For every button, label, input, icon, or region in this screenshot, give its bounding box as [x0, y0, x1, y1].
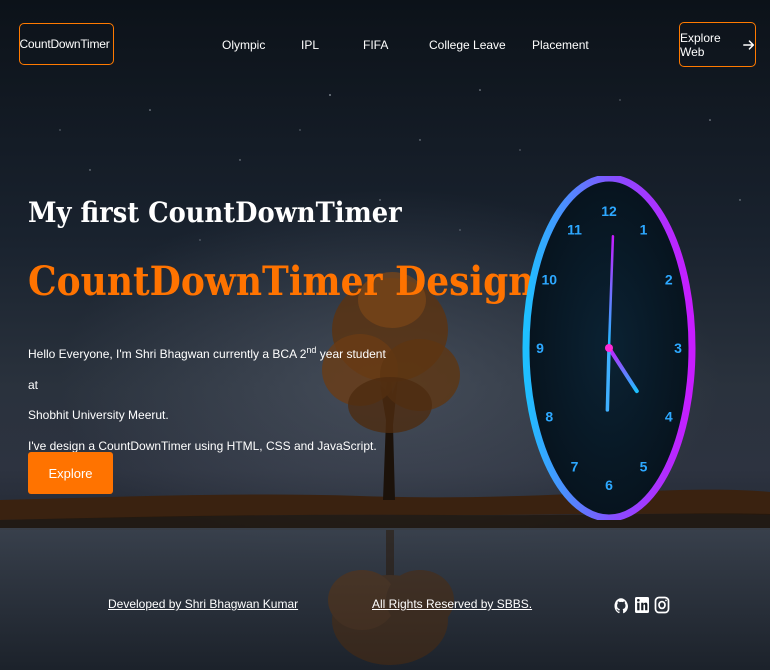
analog-clock: 121234567891011	[522, 176, 696, 520]
description-text: Hello Everyone, I'm Shri Bhagwan current…	[28, 347, 307, 361]
nav-link-olympic[interactable]: Olympic	[222, 38, 265, 52]
clock-number-11: 11	[567, 221, 582, 237]
brand-logo-button[interactable]: CountDownTimer	[19, 23, 114, 65]
clock-number-2: 2	[665, 272, 673, 288]
minute-hand	[605, 346, 611, 412]
nav-link-fifa[interactable]: FIFA	[363, 38, 388, 52]
explore-button[interactable]: Explore	[28, 452, 113, 494]
developer-link[interactable]: Developed by Shri Bhagwan Kumar	[108, 597, 298, 611]
clock-number-9: 9	[536, 340, 544, 356]
arrow-right-icon	[743, 39, 755, 50]
hero-description: Hello Everyone, I'm Shri Bhagwan current…	[28, 335, 388, 461]
clock-number-8: 8	[545, 409, 553, 425]
clock-number-7: 7	[571, 459, 579, 475]
description-line-2: Shobhit University Meerut.	[28, 408, 169, 422]
explore-web-label: Explore Web	[680, 30, 721, 59]
hero-title: My first CountDownTimer	[28, 196, 402, 229]
clock-center-pin	[605, 344, 613, 352]
nav-link-college-leave[interactable]: College Leave	[429, 38, 506, 52]
hero-subtitle: CountDownTimer Design	[28, 258, 535, 305]
linkedin-icon[interactable]	[634, 595, 650, 615]
clock-number-1: 1	[640, 221, 648, 237]
rights-link[interactable]: All Rights Reserved by SBBS.	[372, 597, 532, 611]
clock-number-10: 10	[541, 272, 557, 288]
github-icon[interactable]	[613, 595, 629, 615]
ordinal-superscript: nd	[306, 345, 317, 355]
clock-number-5: 5	[640, 459, 648, 475]
description-line-1: Hello Everyone, I'm Shri Bhagwan current…	[28, 335, 388, 400]
clock-number-4: 4	[665, 409, 673, 425]
clock-number-3: 3	[674, 340, 682, 356]
instagram-icon[interactable]	[654, 595, 670, 615]
brand-label: CountDownTimer	[19, 37, 110, 51]
nav-link-placement[interactable]: Placement	[532, 38, 589, 52]
explore-web-button[interactable]: Explore Web	[679, 22, 756, 67]
nav-link-ipl[interactable]: IPL	[301, 38, 319, 52]
clock-number-6: 6	[605, 477, 613, 493]
clock-number-12: 12	[601, 203, 617, 219]
